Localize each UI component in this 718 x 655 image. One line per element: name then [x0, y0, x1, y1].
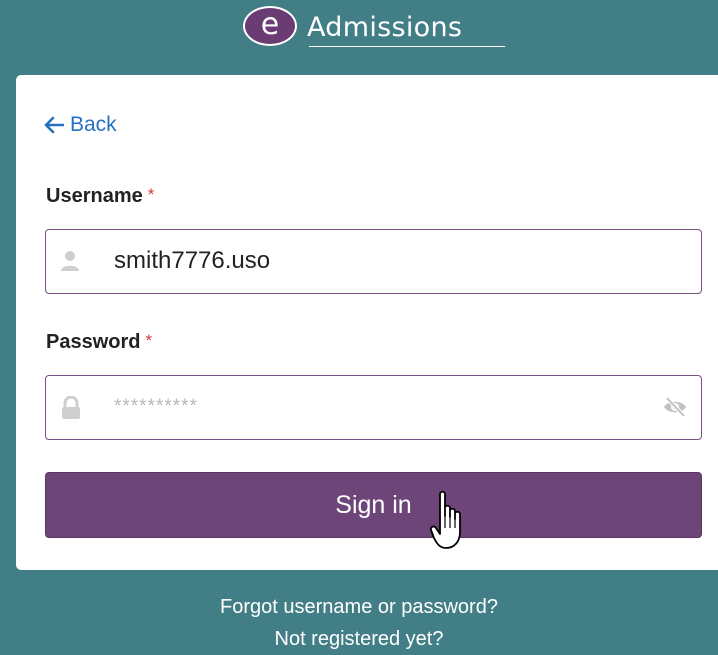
eadmissions-logo: e Admissions [243, 6, 505, 48]
password-label-text: Password [46, 331, 141, 353]
username-required-mark: * [147, 185, 155, 204]
forgot-credentials-link[interactable]: Forgot username or password? [0, 596, 718, 619]
username-field[interactable] [45, 229, 702, 294]
register-link[interactable]: Not registered yet? [0, 628, 718, 651]
password-field[interactable] [45, 375, 702, 440]
password-input[interactable] [114, 376, 654, 438]
lock-icon [62, 396, 80, 419]
logo-underline [309, 46, 505, 47]
password-required-mark: * [145, 331, 153, 350]
back-link[interactable]: Back [44, 113, 117, 137]
eye-slash-icon[interactable] [663, 396, 687, 418]
logo-badge: e [243, 6, 297, 46]
login-card: Back Username* Password* [16, 75, 718, 570]
user-icon [61, 251, 79, 271]
hand-pointer-icon [430, 490, 461, 549]
arrow-left-icon [44, 116, 64, 134]
username-label: Username * [46, 185, 154, 208]
password-label: Password * [46, 331, 152, 354]
username-label-text: Username [46, 185, 143, 207]
logo-wordmark: Admissions [307, 12, 463, 43]
sign-in-button[interactable]: Sign in [45, 472, 702, 538]
back-label: Back [70, 113, 117, 136]
username-input[interactable] [114, 230, 654, 292]
login-page: e Admissions Back Username* Password* [0, 0, 718, 655]
